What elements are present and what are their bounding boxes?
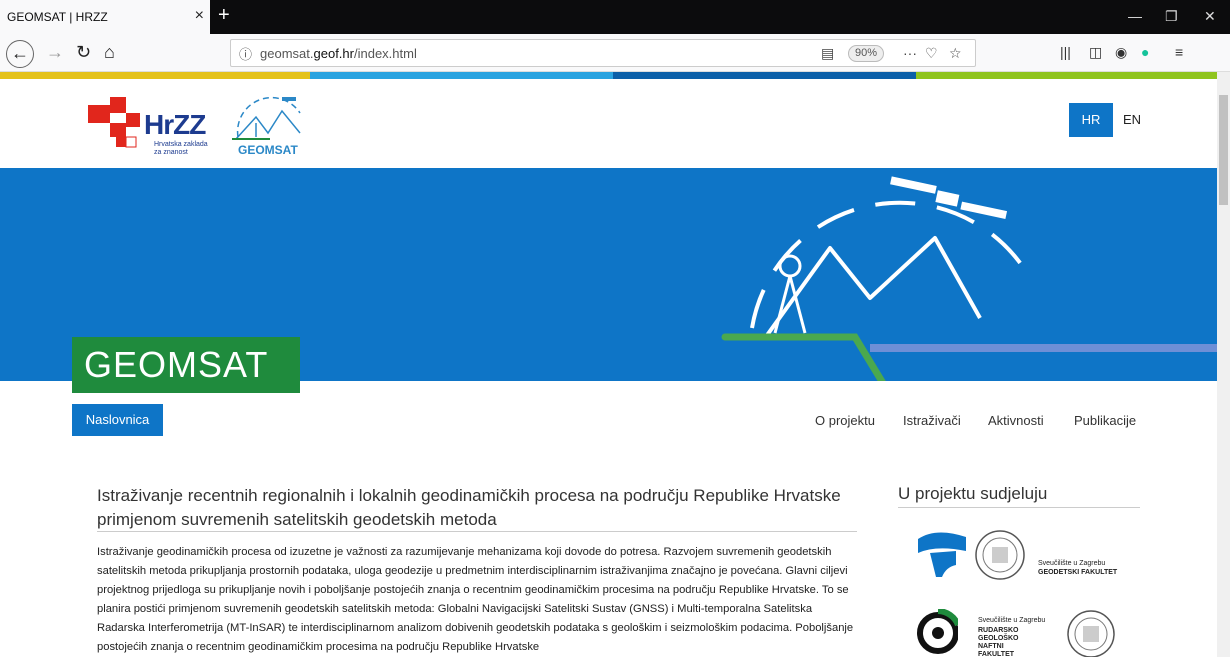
- divider: [97, 531, 857, 532]
- partner-rgn[interactable]: Sveučilište u Zagrebu RUDARSKO GEOLOŠKO …: [916, 608, 1126, 657]
- geomsat-logo-text: GEOMSAT: [238, 143, 298, 157]
- nav-istrazivaci[interactable]: Istraživači: [903, 413, 961, 428]
- new-tab-icon[interactable]: +: [218, 4, 230, 27]
- minimize-icon[interactable]: —: [1128, 8, 1142, 24]
- partner2-name: RUDARSKO GEOLOŠKO NAFTNI FAKULTET: [978, 627, 1019, 657]
- bookmark-star-icon[interactable]: ☆: [949, 45, 962, 62]
- zoom-indicator[interactable]: 90%: [848, 45, 884, 62]
- article-body: Istraživanje geodinamičkih procesa od iz…: [97, 546, 854, 653]
- lang-en-button[interactable]: EN: [1113, 103, 1151, 137]
- tab-strip: GEOMSAT | HRZZ × + — ❐ ✕: [0, 0, 1230, 34]
- sidebar-icon[interactable]: ◫: [1089, 44, 1102, 61]
- home-icon[interactable]: ⌂: [104, 42, 115, 63]
- rgn-logo-icon: [917, 608, 961, 654]
- tab-title: GEOMSAT | HRZZ: [7, 10, 108, 24]
- geof-logo-icon: [918, 530, 1025, 580]
- page-actions-icon[interactable]: ···: [903, 45, 917, 61]
- close-window-icon[interactable]: ✕: [1204, 8, 1216, 25]
- partner-geof[interactable]: Sveučilište u Zagrebu GEODETSKI FAKULTET: [916, 527, 1126, 583]
- info-icon[interactable]: ⓘ: [239, 44, 252, 63]
- navigation-toolbar: ← → ↻ ⌂ ⓘ geomsat.geof.hr/index.html ▤ 9…: [0, 34, 1230, 72]
- hrzz-subtitle: Hrvatska zaklada za znanost: [154, 141, 208, 156]
- partner2-univ: Sveučilište u Zagrebu: [978, 617, 1046, 624]
- stripe-yellow: [0, 72, 310, 79]
- library-icon[interactable]: |||: [1060, 44, 1071, 60]
- partner1-univ: Sveučilište u Zagrebu: [1038, 560, 1106, 567]
- hrzz-wordmark: HrZZ: [144, 109, 206, 140]
- pocket-icon[interactable]: ♡: [925, 45, 938, 62]
- geomsat-logo[interactable]: GEOMSAT: [230, 93, 310, 159]
- restore-icon[interactable]: ❐: [1165, 8, 1178, 25]
- stripe-darkblue: [613, 72, 916, 79]
- sidebar-divider: [898, 507, 1140, 508]
- url-text: geomsat.geof.hr/index.html: [260, 45, 417, 61]
- url-bar[interactable]: ⓘ geomsat.geof.hr/index.html ▤ 90% ··· ♡…: [230, 39, 976, 67]
- geomsat-logo-icon: [232, 96, 301, 140]
- article-title: Istraživanje recentnih regionalnih i lok…: [97, 486, 841, 529]
- stripe-green: [916, 72, 1217, 79]
- reader-view-icon[interactable]: ▤: [821, 45, 834, 62]
- page-content: HrZZ Hrvatska zaklada za znanost GEOMSAT…: [0, 79, 1217, 657]
- close-tab-icon[interactable]: ×: [195, 7, 204, 25]
- account-icon[interactable]: ◉: [1115, 44, 1127, 61]
- forward-icon[interactable]: →: [46, 42, 64, 63]
- nav-aktivnosti[interactable]: Aktivnosti: [988, 413, 1044, 428]
- reload-icon[interactable]: ↻: [76, 42, 91, 63]
- sidebar-title: U projektu sudjeluju: [898, 484, 1048, 503]
- menu-icon[interactable]: ≡: [1175, 44, 1183, 60]
- partner1-name: GEODETSKI FAKULTET: [1038, 569, 1118, 576]
- hero-title: GEOMSAT: [72, 337, 300, 393]
- university-seal-icon: [1067, 610, 1115, 657]
- back-icon[interactable]: ←: [6, 40, 34, 68]
- scrollbar-thumb[interactable]: [1219, 95, 1228, 205]
- hrzz-logo[interactable]: HrZZ Hrvatska zaklada za znanost: [84, 95, 224, 157]
- stripe-lightblue: [310, 72, 613, 79]
- nav-o-projektu[interactable]: O projektu: [815, 413, 875, 428]
- lang-hr-button[interactable]: HR: [1069, 103, 1113, 137]
- nav-naslovnica[interactable]: Naslovnica: [72, 404, 163, 436]
- nav-publikacije[interactable]: Publikacije: [1074, 413, 1136, 428]
- grammarly-icon[interactable]: ●: [1141, 44, 1149, 60]
- browser-tab[interactable]: GEOMSAT | HRZZ ×: [0, 0, 210, 34]
